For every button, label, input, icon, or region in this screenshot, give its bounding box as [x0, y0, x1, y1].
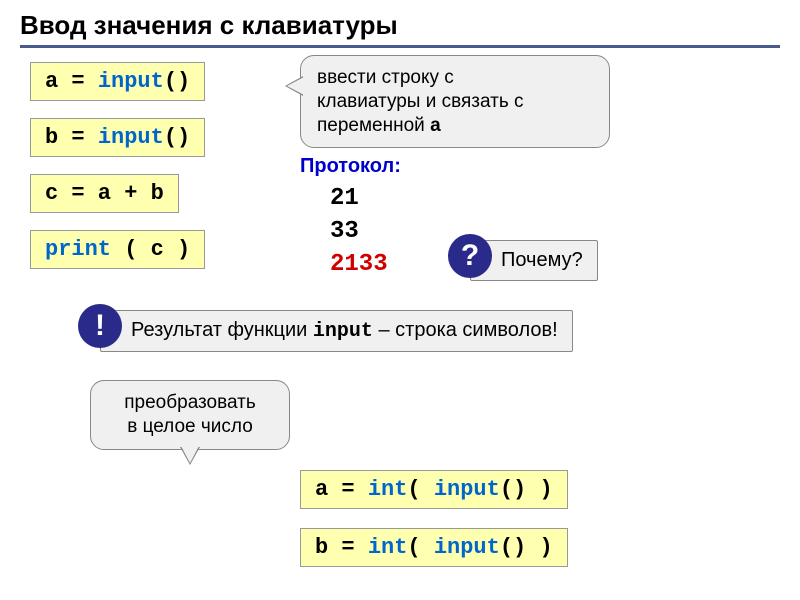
note-text: – строка символов!: [373, 319, 558, 341]
callout-text: переменной: [317, 115, 430, 136]
callout-input-explain: ввести строку с клавиатуры и связать с п…: [300, 55, 610, 148]
callout-text: ввести строку с: [317, 67, 454, 88]
code-a-input: a = input(): [30, 62, 205, 101]
callout-text: клавиатуры и связать с: [317, 91, 524, 112]
code-text: (): [164, 69, 190, 94]
note-text: Результат функции: [131, 319, 313, 341]
note-box: Результат функции input – строка символо…: [100, 310, 573, 352]
code-fn: int: [368, 535, 408, 560]
code-a-int-input: a = int( input() ): [300, 470, 568, 509]
protocol-value-2: 33: [330, 218, 359, 245]
code-text: a =: [315, 477, 368, 502]
code-fn: int: [368, 477, 408, 502]
code-text: a =: [45, 69, 98, 94]
callout-var: a: [430, 115, 441, 136]
code-text: () ): [500, 477, 553, 502]
callout-text: в целое число: [127, 416, 253, 437]
protocol-value-1: 21: [330, 185, 359, 212]
code-c-sum: c = a + b: [30, 174, 179, 213]
code-text: (): [164, 125, 190, 150]
question-icon: ?: [448, 234, 492, 278]
code-print: print ( c ): [30, 230, 205, 269]
code-fn: input: [98, 69, 164, 94]
note-fn: input: [313, 320, 373, 343]
code-text: c = a + b: [45, 181, 164, 206]
code-text: b =: [315, 535, 368, 560]
code-b-input: b = input(): [30, 118, 205, 157]
protocol-label: Протокол:: [300, 155, 401, 178]
note-badge: ! Результат функции input – строка симво…: [100, 310, 573, 352]
callout-convert: преобразовать в целое число: [90, 380, 290, 450]
page-title: Ввод значения с клавиатуры: [20, 10, 780, 48]
protocol-value-3: 2133: [330, 251, 388, 278]
code-fn: input: [98, 125, 164, 150]
why-badge: ? Почему?: [470, 240, 598, 281]
exclamation-icon: !: [78, 304, 122, 348]
code-b-int-input: b = int( input() ): [300, 528, 568, 567]
code-text: (: [407, 477, 433, 502]
code-fn: print: [45, 237, 111, 262]
code-text: ( c ): [111, 237, 190, 262]
code-fn: input: [434, 535, 500, 560]
code-text: (: [407, 535, 433, 560]
code-fn: input: [434, 477, 500, 502]
code-text: () ): [500, 535, 553, 560]
code-text: b =: [45, 125, 98, 150]
callout-text: преобразовать: [124, 392, 256, 413]
